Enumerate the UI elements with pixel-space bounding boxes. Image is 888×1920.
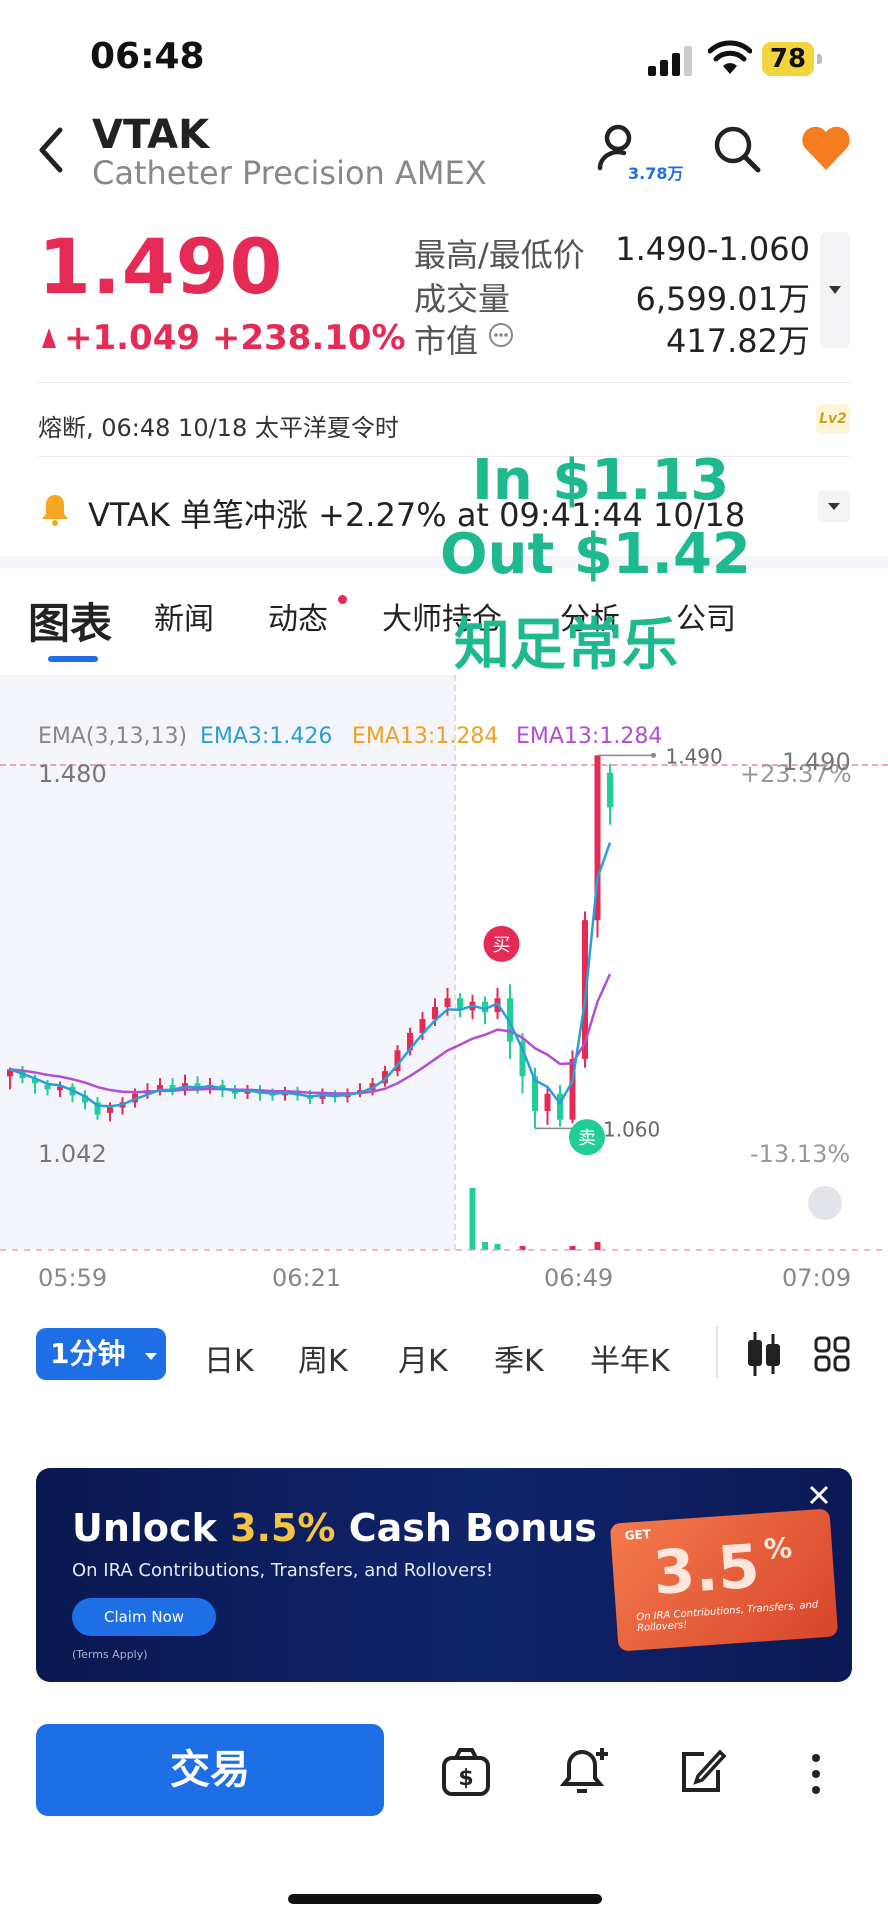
banner-headline-c: Cash Bonus [348, 1506, 597, 1550]
up-arrow-icon [42, 328, 56, 348]
halt-status: 熔断, 06:48 10/18 太平洋夏令时 [38, 414, 399, 442]
company-name: Catheter Precision AMEX [92, 154, 487, 192]
follow-count: 3.78万 [628, 164, 684, 183]
sell-badge-label: 卖 [578, 1128, 596, 1149]
volume-bar [482, 1242, 488, 1250]
high-marker-dot [651, 752, 656, 758]
svg-text:$: $ [458, 1766, 473, 1791]
bonus-card: GET 3.5 % On IRA Contributions, Transfer… [609, 1508, 839, 1652]
volume-bar [469, 1188, 476, 1250]
banner-headline: Unlock 3.5% Cash Bonus [72, 1506, 597, 1550]
high-marker-label: 1.490 [666, 744, 723, 768]
stat-label-volume: 成交量 [414, 280, 511, 318]
overlay-entry: In $1.13 [472, 448, 730, 513]
notification-dot [338, 595, 347, 604]
bonus-card-value: 3.5 [650, 1531, 762, 1609]
period-selector-1min[interactable]: 1分钟 [36, 1328, 166, 1380]
period-day[interactable]: 日K [204, 1336, 254, 1380]
price-alert-add-icon[interactable] [558, 1744, 612, 1798]
tab-company[interactable]: 公司 [676, 594, 736, 638]
tab-news[interactable]: 新闻 [154, 594, 214, 638]
more-info-icon[interactable] [488, 322, 514, 348]
banner-headline-b: 3.5% [230, 1506, 336, 1550]
buy-badge-label: 买 [493, 935, 511, 956]
stats-expand-tab[interactable] [820, 232, 850, 348]
volume-bar [594, 1242, 601, 1250]
bonus-card-get: GET [624, 1527, 652, 1543]
stat-label-range: 最高/最低价 [414, 236, 585, 274]
candle-body [444, 998, 451, 1007]
x-tick-2: 06:21 [272, 1264, 342, 1292]
status-time: 06:48 [90, 36, 205, 77]
period-week[interactable]: 周K [298, 1336, 348, 1380]
stat-value-marketcap: 417.82万 [666, 322, 810, 360]
wifi-icon [708, 40, 752, 74]
period-quarter[interactable]: 季K [494, 1336, 544, 1380]
money-bag-icon[interactable]: $ [440, 1746, 492, 1798]
ticker-symbol: VTAK [92, 112, 210, 158]
banner-subtitle: On IRA Contributions, Transfers, and Rol… [72, 1560, 494, 1581]
period-month[interactable]: 月K [398, 1336, 448, 1380]
bell-icon [42, 495, 68, 526]
stat-value-range: 1.490-1.060 [615, 230, 810, 268]
overlay-note: 知足常乐 [454, 613, 678, 678]
period-selected-label: 1分钟 [50, 1337, 126, 1370]
period-halfyear[interactable]: 半年K [590, 1336, 670, 1380]
price-change: +1.049 +238.10% [64, 318, 406, 358]
grid-layout-icon[interactable] [814, 1336, 850, 1372]
active-tab-indicator [48, 656, 98, 662]
close-icon[interactable] [806, 1482, 832, 1508]
tab-feed[interactable]: 动态 [268, 594, 328, 638]
stat-label-marketcap: 市值 [414, 322, 479, 360]
tab-chart[interactable]: 图表 [28, 590, 112, 651]
bonus-card-pct: % [762, 1531, 794, 1567]
cell-signal-icon [648, 46, 692, 76]
promo-banner[interactable]: Unlock 3.5% Cash Bonus On IRA Contributi… [36, 1468, 852, 1682]
more-options-icon[interactable] [806, 1752, 826, 1796]
chart-reset-icon[interactable] [808, 1186, 842, 1220]
banner-headline-a: Unlock [72, 1506, 217, 1550]
claim-now-button[interactable]: Claim Now [72, 1598, 216, 1636]
search-icon[interactable] [712, 124, 762, 174]
x-tick-1: 05:59 [38, 1264, 108, 1292]
candlestick-chart[interactable]: 1.490 1.060 买卖 [0, 740, 888, 1260]
trade-button[interactable]: 交易 [36, 1724, 384, 1816]
candle-body [607, 772, 613, 808]
level2-badge[interactable]: Lv2 [816, 404, 850, 434]
edit-note-icon[interactable] [678, 1746, 728, 1796]
stat-value-volume: 6,599.01万 [635, 280, 810, 318]
chevron-down-icon [829, 286, 841, 294]
volume-bar [569, 1246, 576, 1250]
overlay-exit: Out $1.42 [440, 522, 751, 587]
volume-bar [494, 1244, 501, 1250]
candle-body [107, 1107, 113, 1113]
follow-button[interactable]: 3.78万 [596, 122, 686, 186]
back-arrow-icon[interactable] [30, 120, 70, 180]
candlestick-type-icon[interactable] [744, 1330, 784, 1378]
x-tick-4: 07:09 [782, 1264, 852, 1292]
x-tick-3: 06:49 [544, 1264, 614, 1292]
low-marker-label: 1.060 [603, 1117, 660, 1141]
chevron-down-icon [145, 1353, 158, 1360]
candle-body [44, 1085, 51, 1090]
candle-body [544, 1093, 551, 1112]
favorite-heart-icon[interactable] [800, 124, 852, 172]
last-price: 1.490 [38, 222, 284, 311]
battery-level: 78 [762, 42, 814, 76]
alert-expand-button[interactable] [818, 490, 850, 522]
home-indicator [288, 1894, 602, 1904]
battery-indicator: 78 [762, 42, 824, 78]
banner-terms: (Terms Apply) [72, 1648, 148, 1661]
chevron-down-icon [828, 503, 840, 510]
